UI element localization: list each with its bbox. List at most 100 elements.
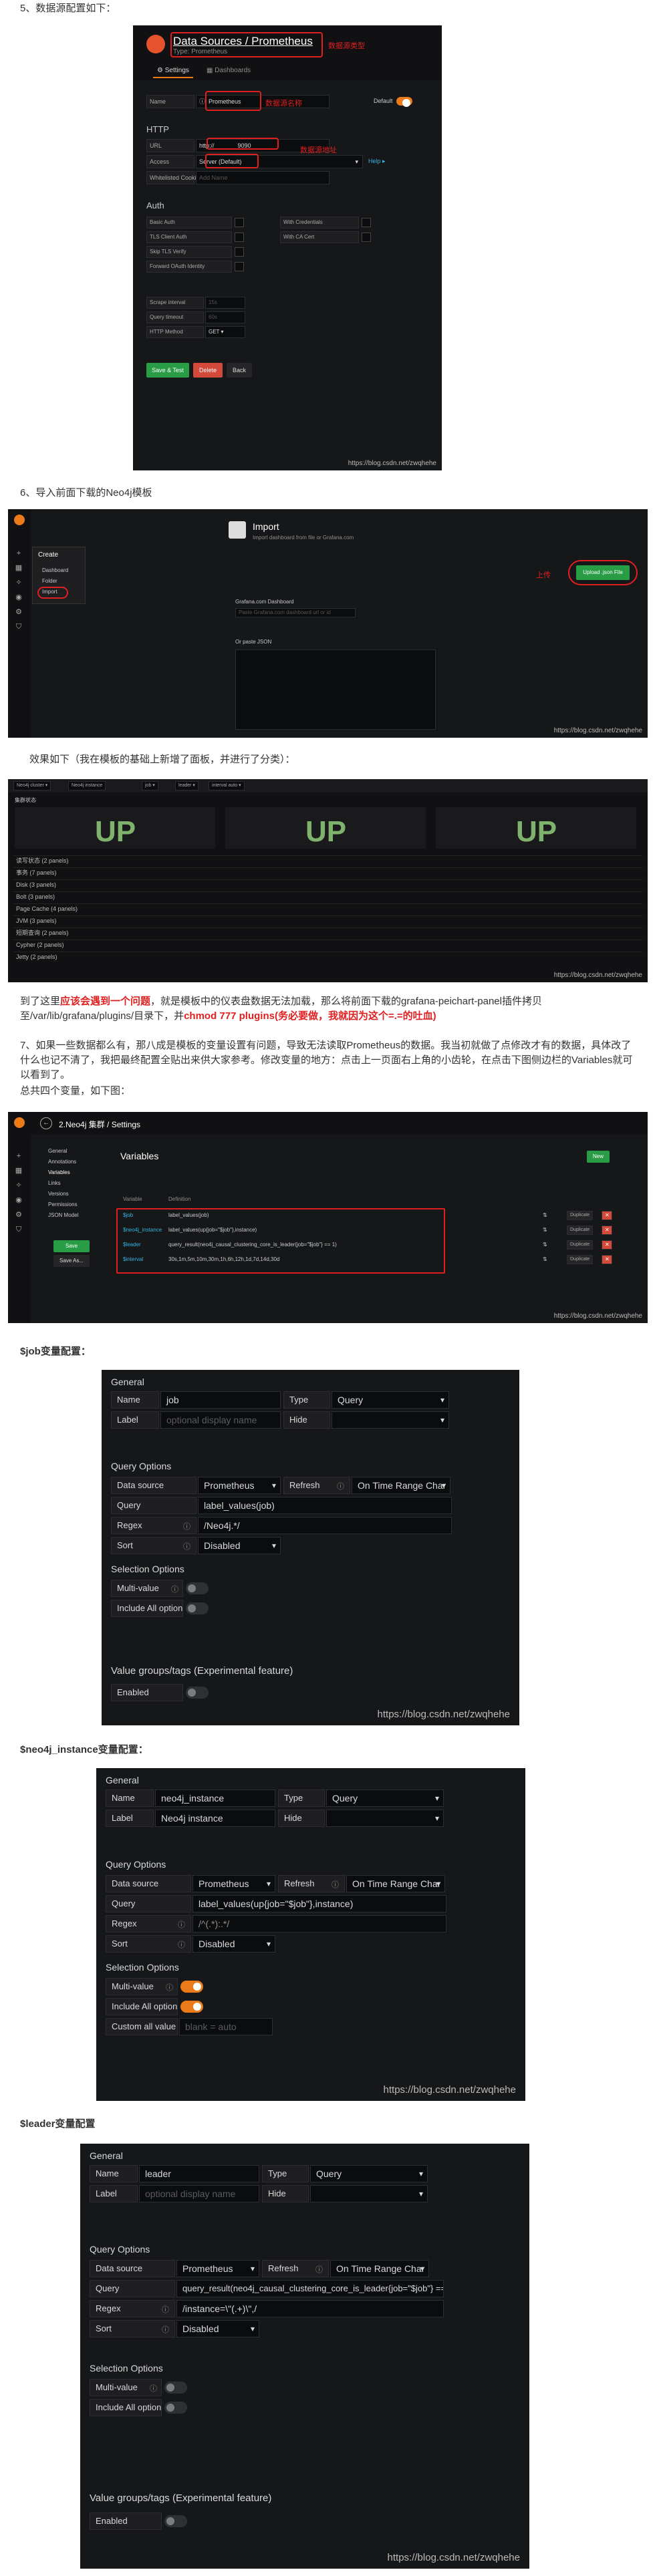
type-select[interactable]: Query (310, 2165, 428, 2182)
gear-icon[interactable]: ⚙ (15, 1211, 23, 1219)
delete-button[interactable]: Delete (193, 363, 223, 378)
plus-icon[interactable]: + (15, 1152, 23, 1160)
sort-select[interactable]: Disabled (176, 2320, 259, 2337)
duplicate-button[interactable]: Duplicate (567, 1240, 594, 1250)
hide-select[interactable] (310, 2185, 428, 2202)
gear-icon[interactable]: ⚙ (15, 608, 23, 616)
duplicate-button[interactable]: Duplicate (567, 1211, 594, 1220)
row-cluster-status[interactable]: 集群状态 (15, 797, 36, 804)
dashboard-row[interactable]: 事务 (7 panels) (13, 867, 642, 877)
save-dashboard-button[interactable]: Save (53, 1240, 90, 1252)
basic-auth-checkbox[interactable] (235, 218, 244, 227)
delete-variable-button[interactable]: ✕ (602, 1226, 612, 1235)
json-textarea[interactable] (235, 650, 436, 730)
include-all-toggle[interactable] (164, 2402, 187, 2414)
query-input[interactable]: label_values(job) (198, 1497, 452, 1514)
multi-value-toggle[interactable] (180, 1981, 203, 1993)
name-input[interactable]: neo4j_instance (155, 1790, 275, 1807)
query-input[interactable]: label_values(up{job="$job"},instance) (192, 1895, 446, 1912)
dashboard-row[interactable]: 短期查询 (2 panels) (13, 927, 642, 937)
datasource-select[interactable]: Prometheus (198, 1477, 281, 1494)
refresh-select[interactable]: On Time Range Char (346, 1875, 445, 1892)
dashboards-icon[interactable]: ▦ (15, 1167, 23, 1175)
custom-all-input[interactable]: blank = auto (179, 2018, 273, 2035)
plus-icon[interactable]: + (15, 549, 23, 557)
menu-general[interactable]: General (48, 1148, 67, 1154)
skip-tls-checkbox[interactable] (235, 247, 244, 257)
hide-select[interactable] (326, 1810, 444, 1827)
duplicate-button[interactable]: Duplicate (567, 1226, 594, 1235)
type-select[interactable]: Query (332, 1391, 449, 1409)
scrape-interval-input[interactable]: 15s (205, 297, 245, 309)
grafana-com-input[interactable]: Paste Grafana.com dashboard url or id (235, 608, 356, 617)
dashboard-row[interactable]: Disk (3 panels) (13, 879, 642, 889)
label-input[interactable]: optional display name (160, 1411, 281, 1429)
delete-variable-button[interactable]: ✕ (602, 1240, 612, 1250)
explore-icon[interactable]: ✧ (15, 1181, 23, 1189)
type-select[interactable]: Query (326, 1790, 444, 1807)
new-variable-button[interactable]: New (587, 1151, 610, 1163)
enabled-toggle[interactable] (186, 1687, 209, 1699)
query-input[interactable]: query_result(neo4j_causal_clustering_cor… (176, 2280, 444, 2297)
menu-versions[interactable]: Versions (48, 1191, 69, 1197)
http-method-select[interactable]: GET ▾ (205, 326, 245, 338)
include-all-toggle[interactable] (186, 1602, 209, 1614)
datasource-select[interactable]: Prometheus (176, 2260, 259, 2277)
dashboard-row[interactable]: Bolt (3 panels) (13, 891, 642, 901)
alert-icon[interactable]: ◉ (15, 593, 23, 601)
query-timeout-input[interactable]: 60s (205, 311, 245, 323)
name-input[interactable]: job (160, 1391, 281, 1409)
delete-variable-button[interactable]: ✕ (602, 1211, 612, 1220)
cookies-input[interactable]: Add Name (196, 171, 330, 184)
save-test-button[interactable]: Save & Test (146, 363, 189, 378)
dashboard-row[interactable]: JVM (3 panels) (13, 915, 642, 925)
with-ca-checkbox[interactable] (362, 233, 371, 242)
dashboards-icon[interactable]: ▦ (15, 564, 23, 572)
menu-json-model[interactable]: JSON Model (48, 1212, 78, 1218)
tab-dashboards[interactable]: ▦ Dashboards (207, 67, 251, 74)
shield-icon[interactable]: ⛉ (15, 623, 23, 631)
delete-variable-button[interactable]: ✕ (602, 1255, 612, 1264)
sort-select[interactable]: Disabled (192, 1935, 275, 1953)
back-arrow-icon[interactable]: ← (40, 1117, 52, 1129)
menu-annotations[interactable]: Annotations (48, 1159, 76, 1165)
reorder-icon[interactable]: ⇅ (543, 1212, 547, 1218)
include-all-toggle[interactable] (180, 2001, 203, 2013)
dashboard-row[interactable]: Page Cache (4 panels) (13, 903, 642, 913)
reorder-icon[interactable]: ⇅ (543, 1227, 547, 1233)
menu-variables[interactable]: Variables (48, 1169, 70, 1175)
duplicate-button[interactable]: Duplicate (567, 1255, 594, 1264)
alert-icon[interactable]: ◉ (15, 1196, 23, 1204)
forward-oauth-checkbox[interactable] (235, 262, 244, 271)
with-credentials-checkbox[interactable] (362, 218, 371, 227)
menu-folder[interactable]: Folder (42, 578, 57, 584)
regex-input[interactable]: /^(.*):.*/ (192, 1915, 446, 1933)
help-link[interactable]: Help ▸ (368, 158, 386, 165)
refresh-select[interactable]: On Time Range Char (330, 2260, 429, 2277)
reorder-icon[interactable]: ⇅ (543, 1256, 547, 1262)
multi-value-toggle[interactable] (186, 1582, 209, 1594)
hide-select[interactable] (332, 1411, 449, 1429)
sort-select[interactable]: Disabled (198, 1537, 281, 1554)
menu-permissions[interactable]: Permissions (48, 1201, 78, 1207)
tls-client-checkbox[interactable] (235, 233, 244, 242)
label-input[interactable]: optional display name (139, 2185, 259, 2202)
save-as-button[interactable]: Save As... (53, 1255, 90, 1267)
refresh-select[interactable]: On Time Range Char (352, 1477, 450, 1494)
reorder-icon[interactable]: ⇅ (543, 1242, 547, 1248)
var-leader[interactable]: leader ▾ (175, 781, 199, 791)
var-job[interactable]: job ▾ (142, 781, 158, 791)
default-toggle[interactable] (396, 97, 412, 107)
regex-input[interactable]: /instance=\"(.+)\",/ (176, 2300, 444, 2317)
tab-settings[interactable]: ⚙ Settings (153, 67, 193, 78)
name-input[interactable]: leader (139, 2165, 259, 2182)
back-button[interactable]: Back (227, 363, 252, 378)
shield-icon[interactable]: ⛉ (15, 1226, 23, 1234)
dashboard-row[interactable]: Jetty (2 panels) (13, 952, 642, 961)
dashboard-row[interactable]: 读写状态 (2 panels) (13, 855, 642, 865)
var-interval[interactable]: interval auto ▾ (209, 781, 245, 791)
var-cluster[interactable]: Neo4j cluster ▾ (13, 781, 51, 791)
datasource-select[interactable]: Prometheus (192, 1875, 275, 1892)
var-instance[interactable]: Neo4j instance (68, 781, 106, 791)
menu-dashboard[interactable]: Dashboard (42, 567, 68, 573)
